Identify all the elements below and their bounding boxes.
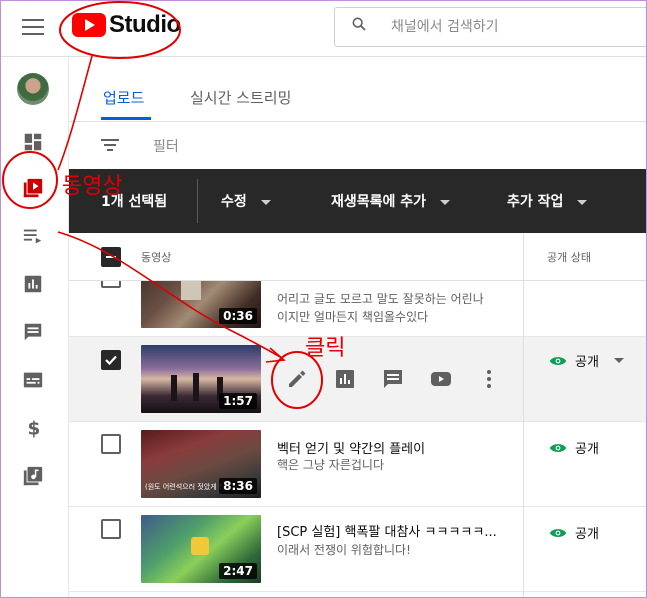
hamburger-menu-icon[interactable] (22, 16, 44, 35)
subtitles-icon[interactable] (22, 369, 44, 391)
add-to-playlist-dropdown[interactable]: 재생목록에 추가 (331, 191, 451, 211)
video-description: 이래서 전쟁이 위험합니다! (277, 543, 411, 557)
filter-icon[interactable] (101, 139, 119, 151)
edit-pencil-icon[interactable] (285, 367, 309, 391)
table-row[interactable]: (원도 어련석으러 젓았게 ! 8:36 벡터 얻기 및 약간의 플레이 핵은 … (69, 422, 647, 507)
video-duration: 1:57 (219, 393, 257, 409)
youtube-play-icon[interactable] (429, 367, 453, 391)
caret-down-icon (260, 199, 271, 205)
video-description-line2: 이지만 얼마든지 책임올수있다 (277, 310, 429, 324)
video-library-icon[interactable] (22, 177, 44, 199)
top-bar: Studio (0, 0, 647, 57)
tab-live-streaming[interactable]: 실시간 스트리밍 (190, 87, 291, 108)
filter-bar[interactable]: 필터 (69, 122, 647, 168)
thumbnail-figure (193, 373, 199, 401)
thumbnail-figure (171, 375, 177, 401)
selected-count: 1개 선택됨 (101, 194, 168, 210)
playlist-icon[interactable] (22, 225, 44, 247)
eye-icon (549, 528, 567, 537)
bulk-action-bar: 1개 선택됨 수정 재생목록에 추가 추가 작업 (69, 169, 647, 233)
action-bar-divider (197, 179, 198, 223)
row-checkbox[interactable] (101, 434, 121, 454)
add-to-playlist-label: 재생목록에 추가 (331, 194, 427, 210)
logo-text: Studio (109, 11, 181, 38)
visibility-label: 공개 (575, 442, 599, 457)
eye-icon (549, 443, 567, 452)
video-thumbnail[interactable]: 2:47 (141, 515, 261, 583)
edit-label: 수정 (221, 194, 247, 210)
video-list-header: 동영상 공개 상태 (69, 234, 647, 281)
edit-dropdown[interactable]: 수정 (221, 191, 271, 211)
visibility-dropdown-icon[interactable] (614, 358, 624, 363)
search-icon (352, 17, 366, 31)
visibility-status[interactable]: 공개 (549, 351, 599, 370)
sidebar: $ (0, 57, 69, 598)
comments-icon[interactable] (22, 321, 44, 343)
dollar-icon[interactable]: $ (22, 417, 44, 439)
caret-down-icon (577, 199, 588, 205)
visibility-label: 공개 (575, 527, 599, 542)
table-row-selected[interactable]: 1:57 공개 (69, 337, 647, 422)
youtube-studio-logo[interactable]: Studio (72, 10, 181, 40)
video-description: 핵은 그냥 자른겁니다 (277, 458, 384, 472)
table-row[interactable]: 2:47 [SCP 실험] 핵폭팔 대참사 ㅋㅋㅋㅋㅋ... 이래서 전쟁이 위… (69, 507, 647, 592)
visibility-status[interactable]: 공개 (549, 438, 599, 457)
visibility-status[interactable]: 공개 (549, 523, 599, 542)
active-tab-indicator (101, 117, 151, 120)
more-options-icon[interactable] (477, 367, 501, 391)
video-duration: 8:36 (219, 478, 257, 494)
analytics-icon[interactable] (333, 367, 357, 391)
channel-search[interactable] (334, 7, 647, 47)
video-thumbnail[interactable]: (원도 어련석으러 젓았게 ! 8:36 (141, 430, 261, 498)
video-title[interactable]: [SCP 실험] 핵폭팔 대참사 ㅋㅋㅋㅋㅋ... (277, 521, 497, 540)
tab-uploads[interactable]: 업로드 (103, 87, 144, 108)
video-duration: 0:36 (219, 308, 257, 324)
column-header-video: 동영상 (141, 251, 172, 264)
visibility-label: 공개 (575, 355, 599, 370)
thumbnail-caption: (원도 어련석으러 젓았게 ! (145, 483, 222, 491)
thumbnail-figure (191, 537, 209, 555)
row-checkbox-checked[interactable] (101, 350, 121, 370)
comments-icon[interactable] (381, 367, 405, 391)
column-divider (523, 234, 524, 598)
channel-avatar[interactable] (17, 73, 49, 105)
row-checkbox[interactable] (101, 519, 121, 539)
search-input[interactable] (389, 16, 633, 38)
more-actions-label: 추가 작업 (507, 194, 564, 210)
more-actions-dropdown[interactable]: 추가 작업 (507, 191, 588, 211)
check-icon (105, 355, 117, 366)
dashboard-icon[interactable] (22, 131, 44, 153)
thumbnail-figure (181, 278, 201, 300)
analytics-icon[interactable] (22, 273, 44, 295)
video-thumbnail[interactable]: 1:57 (141, 345, 261, 413)
audio-library-icon[interactable] (22, 465, 44, 487)
svg-text:$: $ (28, 418, 41, 439)
youtube-play-logo-icon (72, 13, 106, 37)
filter-label[interactable]: 필터 (153, 136, 179, 156)
content-tabs: 업로드 실시간 스트리밍 (69, 57, 647, 122)
select-all-checkbox[interactable] (101, 247, 121, 267)
eye-icon (549, 356, 567, 365)
column-header-visibility[interactable]: 공개 상태 (547, 249, 591, 265)
video-duration: 2:47 (219, 563, 257, 579)
caret-down-icon (440, 199, 451, 205)
video-title[interactable]: 벡터 얻기 및 약간의 플레이 (277, 438, 425, 457)
video-description: 어리고 글도 모르고 말도 잘못하는 어린나 (277, 292, 484, 306)
